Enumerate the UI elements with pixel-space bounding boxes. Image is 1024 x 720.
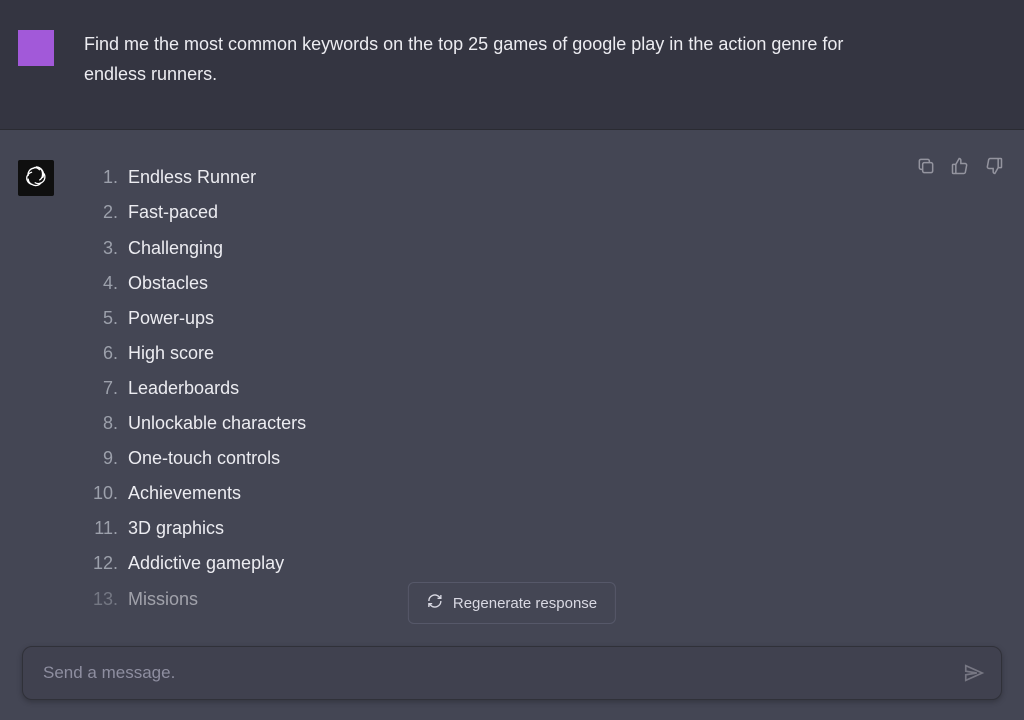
keyword-text: Obstacles	[128, 266, 208, 301]
message-input-container	[22, 646, 1002, 700]
list-item: Fast-paced	[84, 195, 1006, 230]
assistant-avatar	[18, 160, 54, 196]
send-icon	[963, 671, 985, 688]
thumbs-down-icon[interactable]	[984, 156, 1004, 176]
composer	[22, 646, 1002, 700]
keyword-text: Missions	[128, 582, 198, 617]
list-item: Leaderboards	[84, 371, 1006, 406]
regenerate-button[interactable]: Regenerate response	[408, 582, 616, 624]
list-item: Achievements	[84, 476, 1006, 511]
message-input[interactable]	[43, 663, 949, 683]
list-item: Power-ups	[84, 301, 1006, 336]
openai-logo-icon	[23, 163, 49, 194]
assistant-message: Endless Runner Fast-paced Challenging Ob…	[0, 130, 1024, 616]
keyword-text: Challenging	[128, 231, 223, 266]
thumbs-up-icon[interactable]	[950, 156, 970, 176]
keyword-text: Achievements	[128, 476, 241, 511]
keyword-text: Unlockable characters	[128, 406, 306, 441]
keyword-text: Power-ups	[128, 301, 214, 336]
list-item: High score	[84, 336, 1006, 371]
copy-icon[interactable]	[916, 156, 936, 176]
keyword-text: One-touch controls	[128, 441, 280, 476]
list-item: Challenging	[84, 231, 1006, 266]
list-item: One-touch controls	[84, 441, 1006, 476]
list-item: Addictive gameplay	[84, 546, 1006, 581]
keyword-text: Leaderboards	[128, 371, 239, 406]
keyword-text: Addictive gameplay	[128, 546, 284, 581]
keyword-text: Fast-paced	[128, 195, 218, 230]
regenerate-label: Regenerate response	[453, 595, 597, 612]
keyword-text: High score	[128, 336, 214, 371]
keyword-text: Endless Runner	[128, 160, 256, 195]
list-item: Unlockable characters	[84, 406, 1006, 441]
user-avatar	[18, 30, 54, 66]
refresh-icon	[427, 593, 443, 613]
list-item: 3D graphics	[84, 511, 1006, 546]
list-item: Endless Runner	[84, 160, 1006, 195]
send-button[interactable]	[963, 662, 985, 684]
user-prompt-text: Find me the most common keywords on the …	[84, 30, 904, 89]
keyword-text: 3D graphics	[128, 511, 224, 546]
user-message: Find me the most common keywords on the …	[0, 0, 1024, 130]
assistant-content: Endless Runner Fast-paced Challenging Ob…	[84, 160, 1006, 616]
keyword-list: Endless Runner Fast-paced Challenging Ob…	[84, 160, 1006, 616]
feedback-actions	[916, 156, 1004, 176]
list-item: Obstacles	[84, 266, 1006, 301]
